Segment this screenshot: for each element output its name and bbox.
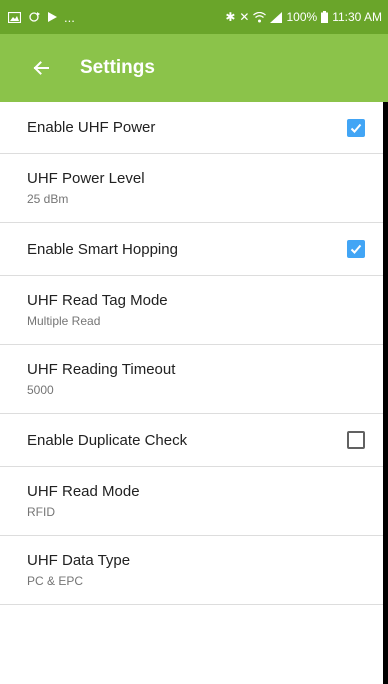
setting-texts: Enable Smart Hopping bbox=[27, 241, 347, 258]
bluetooth-icon: ✱ bbox=[225, 10, 236, 24]
status-bar: ... ✱ ✕ 100% 11:30 AM bbox=[0, 0, 388, 34]
status-left: ... bbox=[8, 10, 75, 25]
setting-enable-smart-hopping[interactable]: Enable Smart Hopping bbox=[0, 223, 383, 276]
setting-texts: Enable Duplicate Check bbox=[27, 432, 347, 449]
back-button[interactable] bbox=[27, 54, 55, 82]
enable-duplicate-check-checkbox[interactable] bbox=[347, 431, 365, 449]
battery-percent: 100% bbox=[286, 10, 318, 24]
status-more: ... bbox=[64, 9, 75, 25]
setting-uhf-power-level[interactable]: UHF Power Level 25 dBm bbox=[0, 154, 383, 223]
status-time: 11:30 AM bbox=[332, 10, 382, 24]
mute-icon: ✕ bbox=[239, 10, 250, 24]
battery-icon bbox=[321, 11, 329, 23]
status-right: ✱ ✕ 100% 11:30 AM bbox=[225, 10, 382, 24]
setting-uhf-read-tag-mode[interactable]: UHF Read Tag Mode Multiple Read bbox=[0, 276, 383, 345]
screen: ... ✱ ✕ 100% 11:30 AM Settings Enable UH… bbox=[0, 0, 388, 684]
setting-title: UHF Read Tag Mode bbox=[27, 292, 168, 309]
setting-enable-uhf-power[interactable]: Enable UHF Power bbox=[0, 102, 383, 154]
setting-texts: UHF Read Mode RFID bbox=[27, 483, 365, 519]
arrow-back-icon bbox=[33, 61, 49, 75]
enable-smart-hopping-checkbox[interactable] bbox=[347, 240, 365, 258]
screen-edge bbox=[383, 102, 388, 684]
page-title: Settings bbox=[80, 57, 155, 78]
play-store-icon bbox=[48, 12, 57, 22]
setting-summary: RFID bbox=[27, 505, 55, 519]
image-icon bbox=[8, 11, 21, 23]
setting-texts: UHF Power Level 25 dBm bbox=[27, 170, 365, 206]
sync-icon bbox=[29, 12, 40, 22]
setting-texts: Enable UHF Power bbox=[27, 119, 347, 136]
setting-uhf-read-mode[interactable]: UHF Read Mode RFID bbox=[0, 467, 383, 536]
signal-icon bbox=[270, 11, 283, 23]
setting-summary: PC & EPC bbox=[27, 574, 84, 588]
setting-texts: UHF Read Tag Mode Multiple Read bbox=[27, 292, 365, 328]
check-icon bbox=[350, 244, 362, 254]
setting-title: UHF Power Level bbox=[27, 170, 145, 187]
setting-texts: UHF Data Type PC & EPC bbox=[27, 552, 365, 588]
enable-uhf-power-checkbox[interactable] bbox=[347, 118, 365, 137]
setting-title: UHF Data Type bbox=[27, 552, 131, 569]
setting-summary: 5000 bbox=[27, 383, 54, 397]
check-icon bbox=[350, 123, 362, 133]
setting-title: Enable Duplicate Check bbox=[27, 431, 188, 449]
setting-uhf-reading-timeout[interactable]: UHF Reading Timeout 5000 bbox=[0, 345, 383, 414]
setting-title: Enable UHF Power bbox=[27, 119, 156, 136]
setting-enable-duplicate-check[interactable]: Enable Duplicate Check bbox=[0, 414, 383, 467]
app-bar: Settings bbox=[0, 34, 388, 102]
setting-summary: 25 dBm bbox=[27, 192, 69, 206]
wifi-icon bbox=[253, 11, 267, 22]
settings-list: Enable UHF Power UHF Power Level 25 dBm … bbox=[0, 102, 383, 684]
setting-title: UHF Read Mode bbox=[27, 483, 140, 500]
setting-title: UHF Reading Timeout bbox=[27, 361, 176, 378]
setting-title: Enable Smart Hopping bbox=[27, 240, 178, 258]
setting-summary: Multiple Read bbox=[27, 314, 101, 328]
setting-texts: UHF Reading Timeout 5000 bbox=[27, 361, 365, 397]
setting-uhf-data-type[interactable]: UHF Data Type PC & EPC bbox=[0, 536, 383, 605]
